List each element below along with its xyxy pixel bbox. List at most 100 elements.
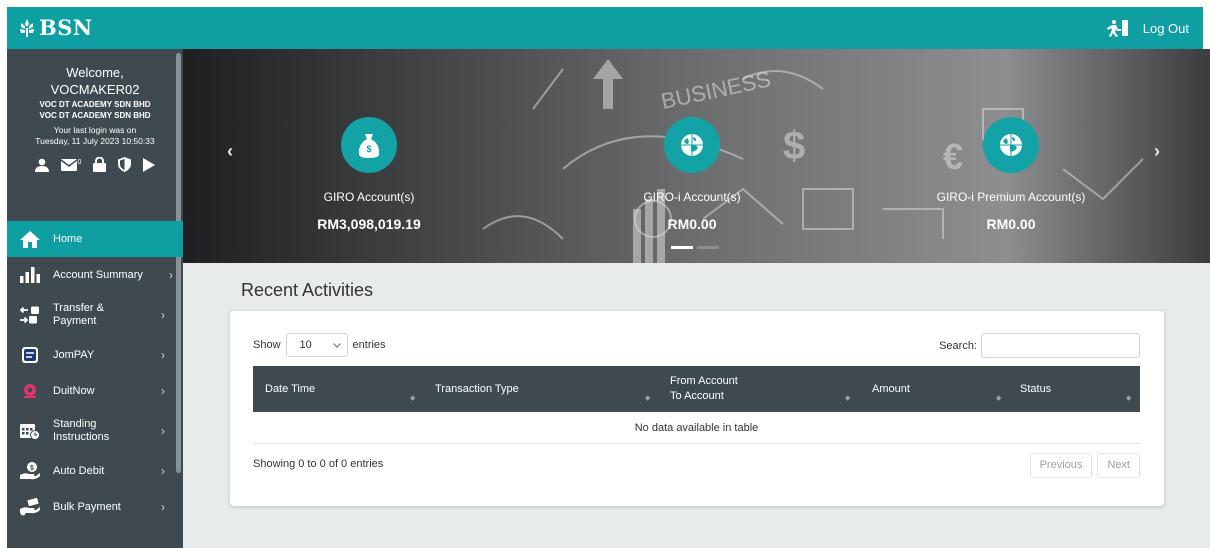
account-type-label: GIRO Account(s): [323, 190, 415, 204]
column-amount[interactable]: Amount ◆: [872, 366, 1020, 412]
company-name-secondary: VOC DT ACADEMY SDN BHD: [39, 111, 151, 120]
shield-icon[interactable]: [118, 157, 132, 172]
sidebar-item-jompay[interactable]: JomPAY ›: [7, 337, 183, 373]
show-label: Show: [253, 339, 281, 351]
globe-icon: [983, 117, 1039, 173]
home-icon: [19, 230, 41, 248]
main-content: Recent Activities Show 10 entries Search…: [183, 263, 1210, 548]
sidebar-item-transfer-payment[interactable]: Transfer & Payment ›: [7, 293, 183, 337]
next-page-button[interactable]: Next: [1097, 453, 1140, 478]
company-name: VOC DT ACADEMY SDN BHD: [39, 100, 151, 109]
mail-count: 0: [77, 158, 82, 166]
column-label: Amount: [872, 383, 910, 395]
column-label: From Account: [670, 375, 738, 387]
table-info: Showing 0 to 0 of 0 entries: [253, 458, 384, 470]
account-carousel: BUSINESS $ € ‹ › $ GIRO Account(s) RM3,0…: [183, 49, 1210, 263]
carousel-indicators: [671, 246, 719, 249]
chevron-right-icon: ›: [161, 348, 165, 362]
sidebar-item-standing-instructions[interactable]: Standing Instructions ›: [7, 409, 183, 453]
column-status[interactable]: Status ◆: [1020, 366, 1140, 412]
sidebar-item-label-group: Standing Instructions: [53, 418, 109, 444]
sidebar-item-label-group: Transfer & Payment: [53, 302, 104, 328]
sidebar-item-label: DuitNow: [53, 384, 95, 397]
sidebar-item-label: Home: [53, 232, 83, 245]
hand-coin-icon: $: [19, 462, 41, 480]
logout-button[interactable]: Log Out: [1106, 19, 1189, 37]
table-header: Date Time ◆ Transaction Type ◆ From Acco…: [253, 366, 1140, 412]
sort-icon: ◆: [410, 395, 416, 402]
chevron-right-icon: ›: [169, 268, 173, 282]
account-balance: RM3,098,019.19: [317, 216, 421, 232]
money-bag-icon: $: [341, 117, 397, 173]
chevron-right-icon: ›: [161, 308, 165, 322]
sidebar-item-duitnow[interactable]: DuitNow ›: [7, 373, 183, 409]
account-type-label: GIRO-i Account(s): [643, 190, 741, 204]
chevron-down-icon: [332, 342, 341, 348]
sort-icon: ◆: [1126, 395, 1132, 402]
sidebar-item-auto-debit[interactable]: $ Auto Debit ›: [7, 453, 183, 489]
last-login-time: Tuesday, 11 July 2023 10:50:33: [35, 136, 155, 146]
logout-label: Log Out: [1142, 20, 1189, 36]
column-label-secondary: To Account: [670, 390, 724, 402]
sidebar-item-account-summary[interactable]: Account Summary ›: [7, 257, 183, 293]
sidebar-item-label: Account Summary: [53, 268, 143, 281]
mail-icon[interactable]: 0: [60, 158, 82, 171]
column-label: Date Time: [265, 383, 316, 395]
sidebar-item-label-line2: Payment: [53, 315, 97, 327]
carousel-prev-button[interactable]: ‹: [227, 141, 233, 162]
carousel-indicator-2[interactable]: [697, 246, 719, 249]
sidebar-item-label: Auto Debit: [53, 464, 105, 477]
jompay-logo-icon: [19, 347, 41, 363]
column-label-stack: From Account To Account: [670, 374, 738, 404]
play-icon[interactable]: [143, 157, 156, 172]
account-card-giro-i[interactable]: GIRO-i Account(s) RM0.00: [582, 117, 802, 232]
entries-length-control: Show 10 entries: [253, 333, 386, 357]
sidebar-item-label: Bulk Payment: [53, 500, 121, 513]
lock-icon[interactable]: [93, 157, 107, 172]
sort-icon: ◆: [645, 395, 651, 402]
last-login-label: Your last login was on: [53, 125, 137, 135]
transfer-icon: [19, 306, 41, 324]
bar-chart-icon: [19, 267, 41, 283]
column-transaction-type[interactable]: Transaction Type ◆: [435, 366, 670, 412]
column-date-time[interactable]: Date Time ◆: [265, 366, 435, 412]
table-search: Search:: [939, 333, 1140, 358]
svg-text:$: $: [30, 465, 34, 472]
recent-activities-card: Show 10 entries Search: Date Time ◆ Tran…: [230, 311, 1164, 506]
top-header: BSN Log Out: [7, 7, 1203, 49]
duitnow-logo-icon: [19, 383, 41, 399]
sort-icon: ◆: [845, 395, 851, 402]
bsn-emblem-icon: [20, 18, 34, 37]
chevron-right-icon: ›: [161, 424, 165, 438]
previous-page-button[interactable]: Previous: [1029, 453, 1093, 478]
account-card-giro-i-premium[interactable]: GIRO-i Premium Account(s) RM0.00: [901, 117, 1121, 232]
logo-text: BSN: [39, 15, 93, 40]
bsn-logo[interactable]: BSN: [17, 15, 93, 40]
entries-label: entries: [352, 339, 386, 351]
sidebar-item-label: Standing: [53, 418, 97, 430]
carousel-indicator-1[interactable]: [671, 246, 693, 249]
account-balance: RM0.00: [986, 216, 1036, 232]
recent-activities-title: Recent Activities: [241, 280, 374, 300]
chevron-right-icon: ›: [161, 384, 165, 398]
chevron-right-icon: ›: [161, 500, 165, 514]
empty-table-message: No data available in table: [253, 412, 1140, 444]
entries-select[interactable]: 10: [285, 333, 348, 357]
sidebar-menu: Home Account Summary › Transfer & Paymen…: [7, 221, 183, 525]
column-label: Transaction Type: [435, 383, 519, 395]
column-from-to-account[interactable]: From Account To Account ◆: [670, 366, 872, 412]
welcome-text: Welcome,: [66, 65, 124, 80]
account-card-giro[interactable]: $ GIRO Account(s) RM3,098,019.19: [259, 117, 479, 232]
sidebar-item-bulk-payment[interactable]: Bulk Payment ›: [7, 489, 183, 525]
search-label: Search:: [939, 339, 977, 352]
username: VOCMAKER02: [50, 82, 140, 97]
search-input[interactable]: [981, 333, 1140, 358]
user-profile: Welcome, VOCMAKER02 VOC DT ACADEMY SDN B…: [7, 49, 183, 172]
sort-icon: ◆: [996, 395, 1002, 402]
account-balance: RM0.00: [667, 216, 717, 232]
user-profile-icon[interactable]: [34, 158, 49, 172]
carousel-next-button[interactable]: ›: [1154, 141, 1160, 162]
sidebar-item-home[interactable]: Home: [7, 221, 183, 257]
sidebar: Welcome, VOCMAKER02 VOC DT ACADEMY SDN B…: [7, 49, 183, 548]
profile-actions: 0: [7, 157, 183, 172]
